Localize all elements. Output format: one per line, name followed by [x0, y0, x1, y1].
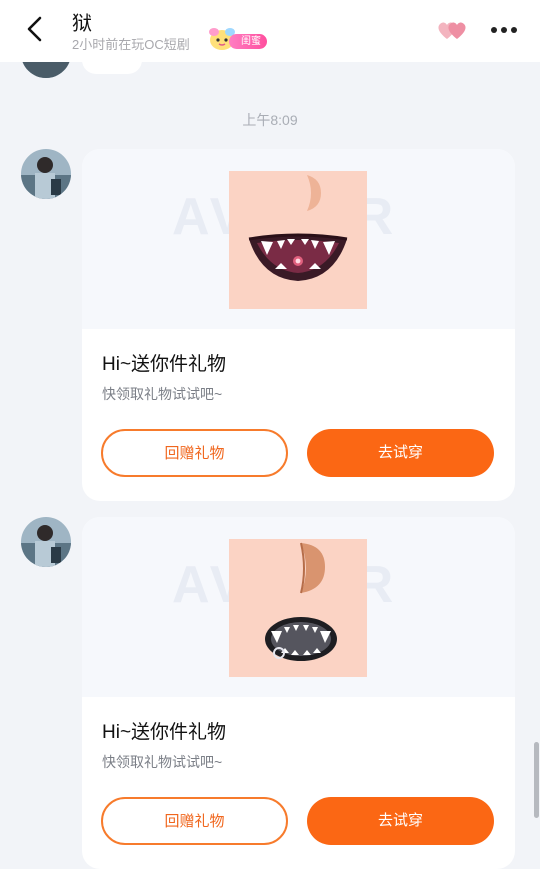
double-heart-icon[interactable] — [436, 18, 470, 42]
contact-status: 2小时前在玩OC短剧 — [72, 37, 190, 52]
return-gift-button[interactable]: 回赠礼物 — [101, 429, 288, 477]
back-arrow-icon[interactable] — [22, 14, 48, 44]
gift-subtitle: 快领取礼物试试吧~ — [102, 386, 223, 402]
gift-message-card[interactable]: AVATAR Hi~送你件礼物 快领取礼物试试吧~ 回赠礼物 去试穿 — [82, 517, 515, 869]
sender-avatar[interactable] — [21, 149, 71, 199]
fanged-open-mouth-icon — [229, 539, 367, 677]
contact-name[interactable]: 狱 — [72, 7, 92, 36]
gift-item-image[interactable] — [229, 539, 367, 677]
more-options-icon[interactable] — [489, 24, 519, 36]
sender-avatar[interactable] — [21, 517, 71, 567]
scrollbar[interactable] — [534, 742, 539, 818]
gift-item-image[interactable] — [229, 171, 367, 309]
return-gift-button[interactable]: 回赠礼物 — [101, 797, 288, 845]
fanged-smile-mouth-icon — [229, 171, 367, 309]
gift-title: Hi~送你件礼物 — [102, 722, 227, 743]
gift-subtitle: 快领取礼物试试吧~ — [102, 754, 223, 770]
gift-preview-area: AVATAR — [82, 517, 515, 697]
relation-badge: 闺蜜 — [207, 28, 273, 51]
message-timestamp: 上午8:09 — [242, 112, 298, 128]
relation-tag: 闺蜜 — [229, 34, 267, 49]
try-on-button[interactable]: 去试穿 — [307, 797, 494, 845]
try-on-button[interactable]: 去试穿 — [307, 429, 494, 477]
gift-preview-area: AVATAR — [82, 149, 515, 329]
gift-message-card[interactable]: AVATAR Hi~送你件礼物 快领取礼物试试吧~ 回赠礼物 去试穿 — [82, 149, 515, 501]
chat-header: 狱 2小时前在玩OC短剧 闺蜜 — [0, 0, 540, 62]
gift-title: Hi~送你件礼物 — [102, 354, 227, 375]
